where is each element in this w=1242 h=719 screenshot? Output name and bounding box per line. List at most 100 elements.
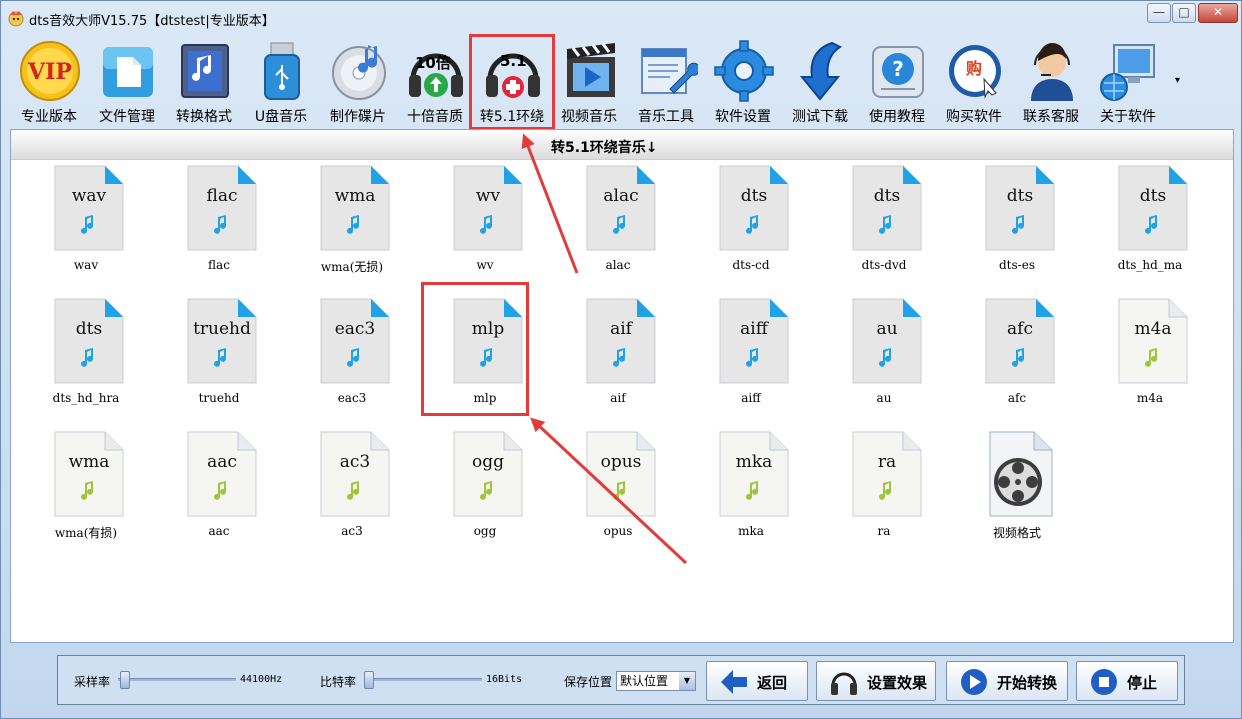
file-format-label: au: [876, 391, 892, 405]
audio-file-icon: [852, 431, 922, 517]
save-location-select[interactable]: 默认位置 ▼: [616, 671, 696, 691]
file-format-item[interactable]: ac3 ac3: [297, 430, 407, 550]
toolbar-label: 使用教程: [869, 109, 925, 125]
file-format-label: dts_hd_ma: [1117, 258, 1183, 272]
toolbar-item-buy[interactable]: 购 购买软件: [936, 35, 1012, 127]
file-format-item[interactable]: wma wma(有损): [31, 430, 141, 550]
music-convert-icon: [181, 44, 229, 98]
maximize-button[interactable]: □: [1172, 3, 1196, 23]
toolbar-item-file-manager[interactable]: 文件管理: [89, 35, 165, 127]
app-window: dts音效大师V15.75【dtstest|专业版本】 — □ ✕ VIP 专业…: [0, 0, 1242, 719]
file-format-item[interactable]: afc afc: [962, 297, 1072, 417]
sample-rate-slider-thumb[interactable]: [120, 671, 130, 689]
title-bar: dts音效大师V15.75【dtstest|专业版本】 — □ ✕: [1, 1, 1241, 35]
about-icon: [1100, 44, 1155, 101]
file-format-name: eac3: [334, 319, 376, 339]
file-format-name: alac: [603, 186, 639, 206]
disc-icon: [332, 45, 386, 100]
file-format-item[interactable]: aac aac: [164, 430, 274, 550]
file-format-item[interactable]: wv wv: [430, 164, 540, 284]
close-button[interactable]: ✕: [1198, 3, 1238, 23]
toolbar-item-about[interactable]: 关于软件: [1090, 35, 1166, 127]
minimize-button[interactable]: —: [1147, 3, 1171, 23]
quality-badge: 10倍: [415, 54, 451, 72]
audio-file-icon: [187, 298, 257, 384]
sample-rate-track[interactable]: [118, 678, 236, 681]
file-format-item[interactable]: dts dts_hd_hra: [31, 297, 141, 417]
file-format-name: ogg: [472, 452, 504, 472]
sample-rate-label: 采样率: [74, 675, 111, 689]
file-format-name: wav: [71, 186, 107, 206]
file-format-label: dts-es: [999, 258, 1035, 272]
file-format-item[interactable]: dts dts-cd: [696, 164, 806, 284]
file-format-item[interactable]: ogg ogg: [430, 430, 540, 550]
file-format-item[interactable]: wav wav: [31, 164, 141, 284]
file-format-item[interactable]: 视频格式: [962, 430, 1072, 550]
file-format-item[interactable]: aif aif: [563, 297, 673, 417]
file-format-item[interactable]: wma wma(无损): [297, 164, 407, 284]
file-format-item[interactable]: mka mka: [696, 430, 806, 550]
file-format-item[interactable]: ra ra: [829, 430, 939, 550]
bitrate-track[interactable]: [364, 678, 482, 681]
toolbar-item-test-download[interactable]: 测试下载: [782, 35, 858, 127]
file-format-item[interactable]: dts dts-es: [962, 164, 1072, 284]
buy-badge: 购: [966, 59, 983, 78]
file-format-label: dts-cd: [732, 258, 770, 272]
support-icon: [1031, 43, 1073, 101]
audio-file-icon: [320, 165, 390, 251]
audio-file-icon: [54, 165, 124, 251]
start-convert-button[interactable]: 开始转换: [946, 661, 1068, 701]
file-format-item[interactable]: m4a m4a: [1095, 297, 1205, 417]
play-icon: [961, 669, 987, 695]
toolbar-item-support[interactable]: 联系客服: [1013, 35, 1089, 127]
toolbar-item-tutorial[interactable]: ? 使用教程: [859, 35, 935, 127]
toolbar-item-vip[interactable]: VIP 专业版本: [11, 35, 87, 127]
toolbar-label: 购买软件: [946, 109, 1002, 125]
file-format-label: dts-dvd: [861, 258, 907, 272]
file-format-name: wv: [475, 186, 501, 206]
file-format-item[interactable]: eac3 eac3: [297, 297, 407, 417]
file-format-label: wv: [476, 258, 494, 272]
toolbar-item-convert[interactable]: 转换格式: [166, 35, 242, 127]
toolbar-label: 软件设置: [715, 109, 771, 125]
toolbar-more-icon[interactable]: ▾: [1175, 75, 1180, 86]
file-format-item[interactable]: aiff aiff: [696, 297, 806, 417]
file-format-name: dts: [740, 186, 768, 206]
file-format-label: m4a: [1136, 391, 1164, 405]
file-format-item[interactable]: dts dts_hd_ma: [1095, 164, 1205, 284]
file-format-item[interactable]: dts dts-dvd: [829, 164, 939, 284]
file-format-label: aiff: [741, 391, 761, 405]
file-format-label: opus: [603, 524, 633, 538]
toolbar-label: 制作碟片: [330, 109, 386, 125]
toolbar-item-video-music[interactable]: 视频音乐: [551, 35, 627, 127]
file-format-label: flac: [208, 258, 230, 272]
back-button[interactable]: 返回: [706, 661, 808, 701]
bitrate-value: 16Bits: [486, 674, 523, 685]
audio-file-icon: [852, 298, 922, 384]
file-format-item[interactable]: au au: [829, 297, 939, 417]
vip-icon: VIP: [20, 41, 80, 101]
file-format-item[interactable]: opus opus: [563, 430, 673, 550]
file-format-label: aac: [208, 524, 230, 538]
tools-icon: [641, 48, 698, 94]
stop-button[interactable]: 停止: [1076, 661, 1178, 701]
file-format-item[interactable]: truehd truehd: [164, 297, 274, 417]
file-format-item[interactable]: flac flac: [164, 164, 274, 284]
back-button-label: 返回: [757, 674, 788, 692]
set-effects-label: 设置效果: [867, 674, 928, 692]
file-format-label: wma(无损): [320, 260, 384, 274]
stop-icon: [1091, 669, 1117, 695]
file-format-item[interactable]: alac alac: [563, 164, 673, 284]
bitrate-slider-thumb[interactable]: [364, 671, 374, 689]
toolbar-item-usb[interactable]: U盘音乐: [243, 35, 319, 127]
gear-icon: [714, 40, 774, 102]
toolbar-item-settings[interactable]: 软件设置: [705, 35, 781, 127]
chevron-down-icon[interactable]: ▼: [679, 672, 695, 690]
file-format-name: flac: [206, 186, 238, 206]
toolbar-item-burn-disc[interactable]: 制作碟片: [320, 35, 396, 127]
toolbar-item-10x-quality[interactable]: 10倍 十倍音质: [397, 35, 473, 127]
toolbar-item-music-tools[interactable]: 音乐工具: [628, 35, 704, 127]
set-effects-button[interactable]: 设置效果: [816, 661, 936, 701]
save-location-label: 保存位置: [564, 675, 613, 689]
highlight-box-mlp: [421, 282, 529, 416]
